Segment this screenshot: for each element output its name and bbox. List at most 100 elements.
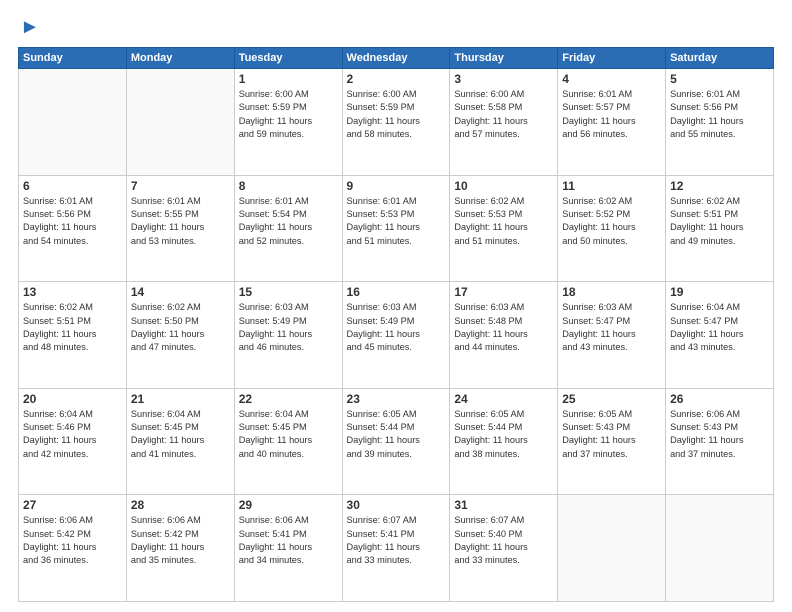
day-number: 4 — [562, 72, 661, 86]
day-info: Sunrise: 6:05 AM Sunset: 5:44 PM Dayligh… — [454, 408, 553, 461]
calendar-cell — [19, 69, 127, 176]
weekday-header-friday: Friday — [558, 48, 666, 69]
calendar-cell: 22Sunrise: 6:04 AM Sunset: 5:45 PM Dayli… — [234, 388, 342, 495]
day-number: 24 — [454, 392, 553, 406]
day-number: 21 — [131, 392, 230, 406]
calendar-cell: 8Sunrise: 6:01 AM Sunset: 5:54 PM Daylig… — [234, 175, 342, 282]
calendar-cell: 21Sunrise: 6:04 AM Sunset: 5:45 PM Dayli… — [126, 388, 234, 495]
calendar-cell — [126, 69, 234, 176]
day-info: Sunrise: 6:02 AM Sunset: 5:53 PM Dayligh… — [454, 195, 553, 248]
day-info: Sunrise: 6:02 AM Sunset: 5:51 PM Dayligh… — [23, 301, 122, 354]
weekday-header-wednesday: Wednesday — [342, 48, 450, 69]
day-number: 26 — [670, 392, 769, 406]
day-number: 7 — [131, 179, 230, 193]
day-number: 20 — [23, 392, 122, 406]
calendar-cell: 11 Sunrise: 6:02 AM Sunset: 5:52 PM Dayli… — [558, 175, 666, 282]
day-number: 6 — [23, 179, 122, 193]
calendar-cell: 27Sunrise: 6:06 AM Sunset: 5:42 PM Dayli… — [19, 495, 127, 602]
calendar-week-row: 13 Sunrise: 6:02 AM Sunset: 5:51 PM Dayli… — [19, 282, 774, 389]
day-number: 11 — [562, 179, 661, 193]
calendar-cell: 10 Sunrise: 6:02 AM Sunset: 5:53 PM Dayli… — [450, 175, 558, 282]
calendar-cell: 2 Sunrise: 6:00 AM Sunset: 5:59 PM Daylig… — [342, 69, 450, 176]
day-info: Sunrise: 6:03 AM Sunset: 5:49 PM Dayligh… — [239, 301, 338, 354]
calendar-cell: 13 Sunrise: 6:02 AM Sunset: 5:51 PM Dayli… — [19, 282, 127, 389]
day-info: Sunrise: 6:04 AM Sunset: 5:46 PM Dayligh… — [23, 408, 122, 461]
weekday-header-tuesday: Tuesday — [234, 48, 342, 69]
day-info: Sunrise: 6:00 AM Sunset: 5:58 PM Dayligh… — [454, 88, 553, 141]
day-number: 2 — [347, 72, 446, 86]
weekday-header-sunday: Sunday — [19, 48, 127, 69]
calendar-cell: 29 Sunrise: 6:06 AM Sunset: 5:41 PM Dayli… — [234, 495, 342, 602]
calendar-cell: 14 Sunrise: 6:02 AM Sunset: 5:50 PM Dayli… — [126, 282, 234, 389]
calendar-cell: 28Sunrise: 6:06 AM Sunset: 5:42 PM Dayli… — [126, 495, 234, 602]
calendar-week-row: 20 Sunrise: 6:04 AM Sunset: 5:46 PM Dayli… — [19, 388, 774, 495]
calendar-cell: 23 Sunrise: 6:05 AM Sunset: 5:44 PM Dayli… — [342, 388, 450, 495]
calendar-cell — [558, 495, 666, 602]
day-info: Sunrise: 6:05 AM Sunset: 5:43 PM Dayligh… — [562, 408, 661, 461]
day-info: Sunrise: 6:07 AM Sunset: 5:41 PM Dayligh… — [347, 514, 446, 567]
calendar-cell: 30 Sunrise: 6:07 AM Sunset: 5:41 PM Dayli… — [342, 495, 450, 602]
calendar-cell: 16 Sunrise: 6:03 AM Sunset: 5:49 PM Dayli… — [342, 282, 450, 389]
day-info: Sunrise: 6:07 AM Sunset: 5:40 PM Dayligh… — [454, 514, 553, 567]
calendar: SundayMondayTuesdayWednesdayThursdayFrid… — [18, 47, 774, 602]
day-number: 17 — [454, 285, 553, 299]
day-number: 13 — [23, 285, 122, 299]
calendar-cell: 18 Sunrise: 6:03 AM Sunset: 5:47 PM Dayli… — [558, 282, 666, 389]
calendar-cell: 4 Sunrise: 6:01 AM Sunset: 5:57 PM Daylig… — [558, 69, 666, 176]
day-number: 19 — [670, 285, 769, 299]
logo-arrow-icon: ► — [20, 16, 40, 39]
calendar-cell: 1Sunrise: 6:00 AM Sunset: 5:59 PM Daylig… — [234, 69, 342, 176]
calendar-cell: 25 Sunrise: 6:05 AM Sunset: 5:43 PM Dayli… — [558, 388, 666, 495]
day-number: 15 — [239, 285, 338, 299]
day-number: 3 — [454, 72, 553, 86]
calendar-cell: 12 Sunrise: 6:02 AM Sunset: 5:51 PM Dayli… — [666, 175, 774, 282]
day-number: 5 — [670, 72, 769, 86]
day-number: 8 — [239, 179, 338, 193]
day-info: Sunrise: 6:03 AM Sunset: 5:47 PM Dayligh… — [562, 301, 661, 354]
day-info: Sunrise: 6:01 AM Sunset: 5:57 PM Dayligh… — [562, 88, 661, 141]
calendar-cell: 15 Sunrise: 6:03 AM Sunset: 5:49 PM Dayli… — [234, 282, 342, 389]
day-number: 22 — [239, 392, 338, 406]
day-number: 18 — [562, 285, 661, 299]
day-number: 29 — [239, 498, 338, 512]
weekday-header-saturday: Saturday — [666, 48, 774, 69]
calendar-header: SundayMondayTuesdayWednesdayThursdayFrid… — [19, 48, 774, 69]
day-info: Sunrise: 6:01 AM Sunset: 5:55 PM Dayligh… — [131, 195, 230, 248]
day-number: 12 — [670, 179, 769, 193]
calendar-cell: 3 Sunrise: 6:00 AM Sunset: 5:58 PM Daylig… — [450, 69, 558, 176]
calendar-cell: 24 Sunrise: 6:05 AM Sunset: 5:44 PM Dayli… — [450, 388, 558, 495]
weekday-header-monday: Monday — [126, 48, 234, 69]
day-info: Sunrise: 6:01 AM Sunset: 5:56 PM Dayligh… — [670, 88, 769, 141]
day-number: 23 — [347, 392, 446, 406]
header: ► — [18, 16, 774, 39]
day-info: Sunrise: 6:06 AM Sunset: 5:42 PM Dayligh… — [131, 514, 230, 567]
day-info: Sunrise: 6:02 AM Sunset: 5:52 PM Dayligh… — [562, 195, 661, 248]
day-info: Sunrise: 6:06 AM Sunset: 5:43 PM Dayligh… — [670, 408, 769, 461]
calendar-week-row: 27Sunrise: 6:06 AM Sunset: 5:42 PM Dayli… — [19, 495, 774, 602]
day-number: 30 — [347, 498, 446, 512]
calendar-cell: 6 Sunrise: 6:01 AM Sunset: 5:56 PM Daylig… — [19, 175, 127, 282]
day-info: Sunrise: 6:03 AM Sunset: 5:48 PM Dayligh… — [454, 301, 553, 354]
calendar-cell: 19 Sunrise: 6:04 AM Sunset: 5:47 PM Dayli… — [666, 282, 774, 389]
day-info: Sunrise: 6:02 AM Sunset: 5:51 PM Dayligh… — [670, 195, 769, 248]
day-info: Sunrise: 6:05 AM Sunset: 5:44 PM Dayligh… — [347, 408, 446, 461]
day-info: Sunrise: 6:00 AM Sunset: 5:59 PM Dayligh… — [239, 88, 338, 141]
day-number: 10 — [454, 179, 553, 193]
calendar-body: 1Sunrise: 6:00 AM Sunset: 5:59 PM Daylig… — [19, 69, 774, 602]
day-info: Sunrise: 6:02 AM Sunset: 5:50 PM Dayligh… — [131, 301, 230, 354]
day-info: Sunrise: 6:04 AM Sunset: 5:47 PM Dayligh… — [670, 301, 769, 354]
day-number: 25 — [562, 392, 661, 406]
day-number: 14 — [131, 285, 230, 299]
day-number: 9 — [347, 179, 446, 193]
day-info: Sunrise: 6:01 AM Sunset: 5:56 PM Dayligh… — [23, 195, 122, 248]
calendar-week-row: 6 Sunrise: 6:01 AM Sunset: 5:56 PM Daylig… — [19, 175, 774, 282]
day-info: Sunrise: 6:00 AM Sunset: 5:59 PM Dayligh… — [347, 88, 446, 141]
day-info: Sunrise: 6:03 AM Sunset: 5:49 PM Dayligh… — [347, 301, 446, 354]
day-number: 16 — [347, 285, 446, 299]
calendar-cell: 31 Sunrise: 6:07 AM Sunset: 5:40 PM Dayli… — [450, 495, 558, 602]
calendar-cell: 5 Sunrise: 6:01 AM Sunset: 5:56 PM Daylig… — [666, 69, 774, 176]
day-number: 31 — [454, 498, 553, 512]
day-info: Sunrise: 6:06 AM Sunset: 5:41 PM Dayligh… — [239, 514, 338, 567]
page: ► SundayMondayTuesdayWednesdayThursdayFr… — [0, 0, 792, 612]
calendar-cell — [666, 495, 774, 602]
